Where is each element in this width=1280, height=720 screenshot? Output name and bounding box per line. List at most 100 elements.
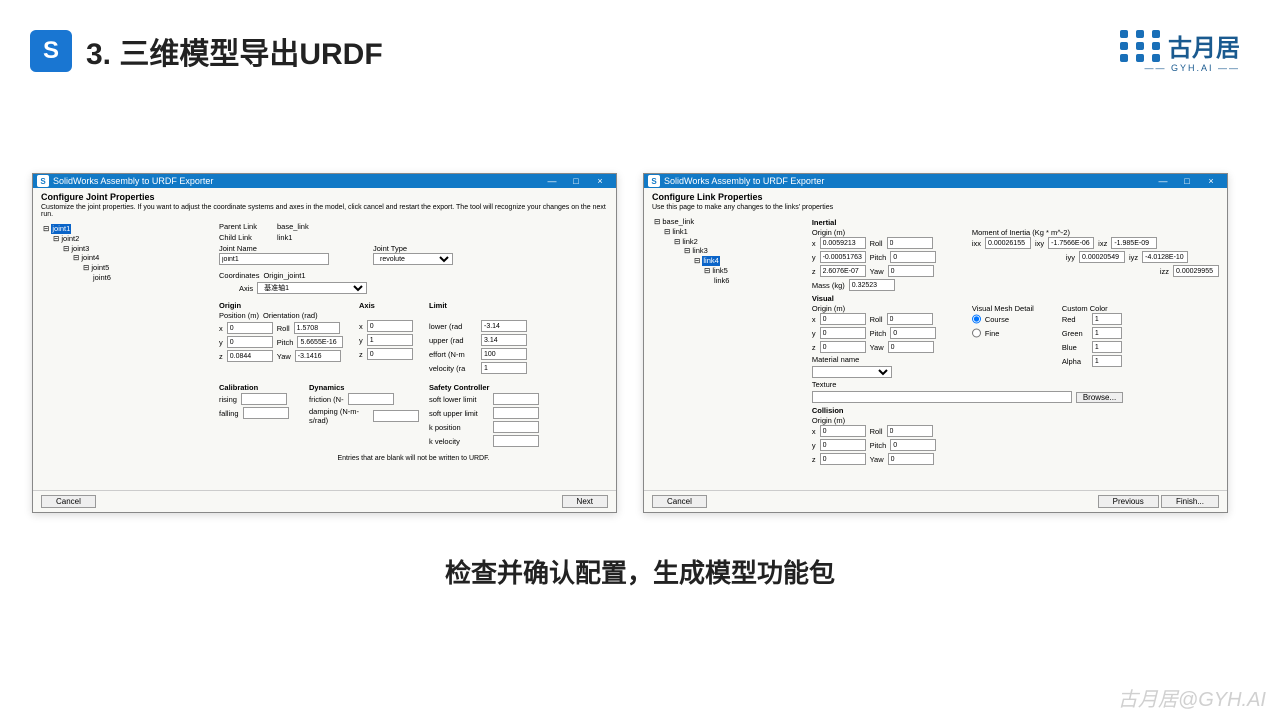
col-pitch[interactable] <box>890 439 936 451</box>
axis-x[interactable] <box>367 320 413 332</box>
tree-item-selected[interactable]: link4 <box>702 256 719 266</box>
previous-button[interactable]: Previous <box>1098 495 1159 508</box>
origin-yaw[interactable] <box>888 265 934 277</box>
tree-item[interactable]: link2 <box>682 237 697 246</box>
limit-effort[interactable] <box>481 348 527 360</box>
izz[interactable] <box>1173 265 1219 277</box>
link-tree[interactable]: ⊟ base_link ⊟ link1 ⊟ link2 ⊟ link3 ⊟ li… <box>652 215 804 467</box>
limit-velocity[interactable] <box>481 362 527 374</box>
axis-select[interactable]: 基准轴1 <box>257 282 367 294</box>
color-green[interactable] <box>1092 327 1122 339</box>
tree-item[interactable]: link5 <box>712 266 727 275</box>
ixx[interactable] <box>985 237 1031 249</box>
col-yaw[interactable] <box>888 453 934 465</box>
joint-config-window: S SolidWorks Assembly to URDF Exporter —… <box>32 173 617 513</box>
slide-header: S 3. 三维模型导出URDF 古月居 —— GYH.AI —— <box>0 0 1280 73</box>
origin-y[interactable] <box>820 251 866 263</box>
pos-z[interactable] <box>227 350 273 362</box>
window-title: SolidWorks Assembly to URDF Exporter <box>664 176 824 186</box>
safe-kpos[interactable] <box>493 421 539 433</box>
col-y[interactable] <box>820 439 866 451</box>
ixy[interactable] <box>1048 237 1094 249</box>
origin-roll[interactable] <box>887 237 933 249</box>
minimize-icon[interactable]: — <box>1151 176 1175 186</box>
pos-x[interactable] <box>227 322 273 334</box>
dyn-friction[interactable] <box>348 393 394 405</box>
safe-lower[interactable] <box>493 393 539 405</box>
next-button[interactable]: Next <box>562 495 608 508</box>
origin-x[interactable] <box>820 237 866 249</box>
ori-pitch[interactable] <box>297 336 343 348</box>
vis-yaw[interactable] <box>888 341 934 353</box>
color-alpha[interactable] <box>1092 355 1122 367</box>
cal-rising[interactable] <box>241 393 287 405</box>
panel-heading: Configure Link Properties <box>652 192 1219 202</box>
link-config-window: S SolidWorks Assembly to URDF Exporter —… <box>643 173 1228 513</box>
vis-z[interactable] <box>820 341 866 353</box>
axis-y[interactable] <box>367 334 413 346</box>
col-z[interactable] <box>820 453 866 465</box>
axis-z[interactable] <box>367 348 413 360</box>
joint-name-input[interactable] <box>219 253 329 265</box>
vis-pitch[interactable] <box>890 327 936 339</box>
tree-item[interactable]: base_link <box>662 217 694 226</box>
texture-input[interactable] <box>812 391 1072 403</box>
color-red[interactable] <box>1092 313 1122 325</box>
finish-button[interactable]: Finish... <box>1161 495 1219 508</box>
slide-title: 3. 三维模型导出URDF <box>86 29 383 73</box>
ori-roll[interactable] <box>294 322 340 334</box>
app-icon: S <box>648 175 660 187</box>
titlebar: S SolidWorks Assembly to URDF Exporter —… <box>33 174 616 188</box>
tree-item[interactable]: joint3 <box>71 244 89 253</box>
tree-item-selected[interactable]: joint1 <box>51 224 71 234</box>
joint-tree[interactable]: ⊟ joint1 ⊟ joint2 ⊟ joint3 ⊟ joint4 ⊟ jo… <box>41 222 211 462</box>
tree-item[interactable]: joint5 <box>91 263 109 272</box>
iyy[interactable] <box>1079 251 1125 263</box>
maximize-icon[interactable]: □ <box>564 176 588 186</box>
pos-y[interactable] <box>227 336 273 348</box>
tree-item[interactable]: link1 <box>672 227 687 236</box>
vis-x[interactable] <box>820 313 866 325</box>
tree-item[interactable]: joint6 <box>93 273 111 282</box>
mass-input[interactable] <box>849 279 895 291</box>
titlebar: S SolidWorks Assembly to URDF Exporter —… <box>644 174 1227 188</box>
tree-item[interactable]: joint2 <box>61 234 79 243</box>
vis-roll[interactable] <box>887 313 933 325</box>
col-x[interactable] <box>820 425 866 437</box>
panel-heading: Configure Joint Properties <box>41 192 608 202</box>
panel-subtext: Use this page to make any changes to the… <box>652 204 1219 211</box>
limit-upper[interactable] <box>481 334 527 346</box>
close-icon[interactable]: × <box>1199 176 1223 186</box>
mesh-fine-radio[interactable] <box>972 327 981 339</box>
limit-lower[interactable] <box>481 320 527 332</box>
app-icon: S <box>37 175 49 187</box>
brand-grid-icon <box>1120 30 1160 62</box>
watermark: 古月居@GYH.AI <box>1118 683 1266 712</box>
origin-z[interactable] <box>820 265 866 277</box>
cancel-button[interactable]: Cancel <box>652 495 707 508</box>
dyn-damping[interactable] <box>373 410 419 422</box>
vis-y[interactable] <box>820 327 866 339</box>
ori-yaw[interactable] <box>295 350 341 362</box>
cal-falling[interactable] <box>243 407 289 419</box>
tree-item[interactable]: joint4 <box>81 253 99 262</box>
col-roll[interactable] <box>887 425 933 437</box>
app-logo-icon: S <box>30 30 72 72</box>
safe-upper[interactable] <box>493 407 539 419</box>
panel-subtext: Customize the joint properties. If you w… <box>41 204 608 218</box>
tree-item[interactable]: link6 <box>714 276 729 285</box>
tree-item[interactable]: link3 <box>692 246 707 255</box>
mesh-course-radio[interactable] <box>972 313 981 325</box>
iyz[interactable] <box>1142 251 1188 263</box>
close-icon[interactable]: × <box>588 176 612 186</box>
browse-button[interactable]: Browse... <box>1076 392 1123 403</box>
cancel-button[interactable]: Cancel <box>41 495 96 508</box>
origin-pitch[interactable] <box>890 251 936 263</box>
color-blue[interactable] <box>1092 341 1122 353</box>
material-select[interactable] <box>812 366 892 378</box>
minimize-icon[interactable]: — <box>540 176 564 186</box>
ixz[interactable] <box>1111 237 1157 249</box>
safe-kvel[interactable] <box>493 435 539 447</box>
maximize-icon[interactable]: □ <box>1175 176 1199 186</box>
joint-type-select[interactable]: revolute <box>373 253 453 265</box>
